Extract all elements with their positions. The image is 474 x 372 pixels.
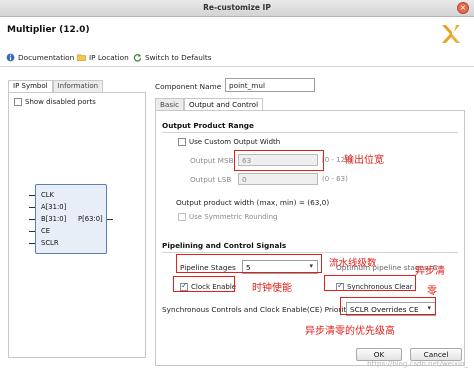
port-a: A[31:0] xyxy=(41,203,67,211)
output-lsb-input[interactable]: 0 xyxy=(238,173,318,185)
port-p: P[63:0] xyxy=(78,215,103,223)
priority-label: Synchronous Controls and Clock Enable(CE… xyxy=(162,305,351,314)
use-custom-width-label: Use Custom Output Width xyxy=(189,138,281,146)
output-product-range-title: Output Product Range xyxy=(162,121,254,130)
annotation-sync-clear-2: 零 xyxy=(427,286,437,297)
toolbar: Documentation IP Location Switch to Defa… xyxy=(0,49,474,67)
section-divider xyxy=(162,252,458,253)
product-width-text: Output product width (max, min) = (63,0) xyxy=(176,198,330,207)
pin-line xyxy=(29,195,35,196)
ip-title: Multiplier (12.0) xyxy=(7,25,90,35)
clock-enable-row[interactable]: Clock Enable xyxy=(180,281,237,291)
chevron-down-icon: ▾ xyxy=(427,304,431,312)
annotation-pipeline-stages: 流水线级数 xyxy=(329,258,377,269)
symmetric-rounding-label: Use Symmetric Rounding xyxy=(189,213,278,221)
synchronous-clear-checkbox[interactable] xyxy=(336,281,344,291)
pipelining-title: Pipelining and Control Signals xyxy=(162,241,287,250)
documentation-button[interactable]: Documentation xyxy=(6,53,74,62)
xilinx-logo-icon xyxy=(442,25,460,43)
clock-enable-checkbox[interactable] xyxy=(180,281,188,291)
refresh-icon xyxy=(133,53,142,62)
output-msb-label: Output MSB xyxy=(190,156,234,165)
output-lsb-label: Output LSB xyxy=(190,175,232,184)
clock-enable-label: Clock Enable xyxy=(191,283,237,291)
tab-ip-symbol[interactable]: IP Symbol xyxy=(8,80,53,92)
info-icon xyxy=(6,53,15,62)
show-disabled-ports-label: Show disabled ports xyxy=(25,98,96,106)
port-ce: CE xyxy=(41,227,51,235)
header: Multiplier (12.0) xyxy=(0,17,474,49)
annotation-clock-enable: 时钟使能 xyxy=(252,283,292,294)
watermark: https://blog.csdn.net/weixin_ xyxy=(367,360,468,368)
output-lsb-range: (0 - 63) xyxy=(322,175,348,183)
chevron-down-icon: ▾ xyxy=(309,262,313,270)
pipeline-stages-label: Pipeline Stages xyxy=(180,263,236,272)
symmetric-rounding-checkbox[interactable] xyxy=(178,213,186,221)
switch-defaults-button[interactable]: Switch to Defaults xyxy=(133,53,212,62)
port-clk: CLK xyxy=(41,191,54,199)
priority-select[interactable]: SCLR Overrides CE ▾ xyxy=(346,302,436,316)
pin-line xyxy=(29,243,35,244)
documentation-label: Documentation xyxy=(18,53,75,62)
pipeline-stages-value: 5 xyxy=(246,263,251,272)
show-disabled-ports-checkbox[interactable] xyxy=(14,98,22,106)
annotation-sync-clear-1: 异步清 xyxy=(415,266,445,277)
port-b: B[31:0] xyxy=(41,215,67,223)
section-divider xyxy=(162,132,458,133)
pin-line xyxy=(29,231,35,232)
folder-icon xyxy=(77,54,86,61)
show-disabled-ports-row[interactable]: Show disabled ports xyxy=(14,98,96,106)
use-custom-width-row[interactable]: Use Custom Output Width xyxy=(178,138,280,146)
switch-defaults-label: Switch to Defaults xyxy=(145,53,212,62)
tab-basic[interactable]: Basic xyxy=(155,98,185,110)
component-name-label: Component Name xyxy=(155,82,222,91)
ip-location-button[interactable]: IP Location xyxy=(77,53,129,62)
synchronous-clear-row[interactable]: Synchronous Clear xyxy=(336,281,413,291)
tab-information[interactable]: Information xyxy=(52,80,104,92)
port-sclr: SCLR xyxy=(41,239,59,247)
symmetric-rounding-row[interactable]: Use Symmetric Rounding xyxy=(178,213,277,221)
pin-line xyxy=(29,219,35,220)
priority-value: SCLR Overrides CE xyxy=(350,305,419,314)
ip-location-label: IP Location xyxy=(89,53,129,62)
annotation-output-width: 输出位宽 xyxy=(344,155,384,166)
window-title: Re-customize IP xyxy=(203,3,271,12)
output-msb-input[interactable]: 63 xyxy=(238,154,318,166)
tab-output-and-control[interactable]: Output and Control xyxy=(184,98,264,110)
synchronous-clear-label: Synchronous Clear xyxy=(347,283,413,291)
use-custom-width-checkbox[interactable] xyxy=(178,138,186,146)
component-name-input[interactable]: point_mul xyxy=(225,78,315,92)
annotation-priority: 异步清零的优先级高 xyxy=(305,326,395,337)
close-icon[interactable]: × xyxy=(457,2,469,14)
pin-line xyxy=(29,207,35,208)
pin-line xyxy=(107,219,113,220)
pipeline-stages-select[interactable]: 5 ▾ xyxy=(242,260,318,274)
window-title-bar: Re-customize IP × xyxy=(0,0,474,17)
